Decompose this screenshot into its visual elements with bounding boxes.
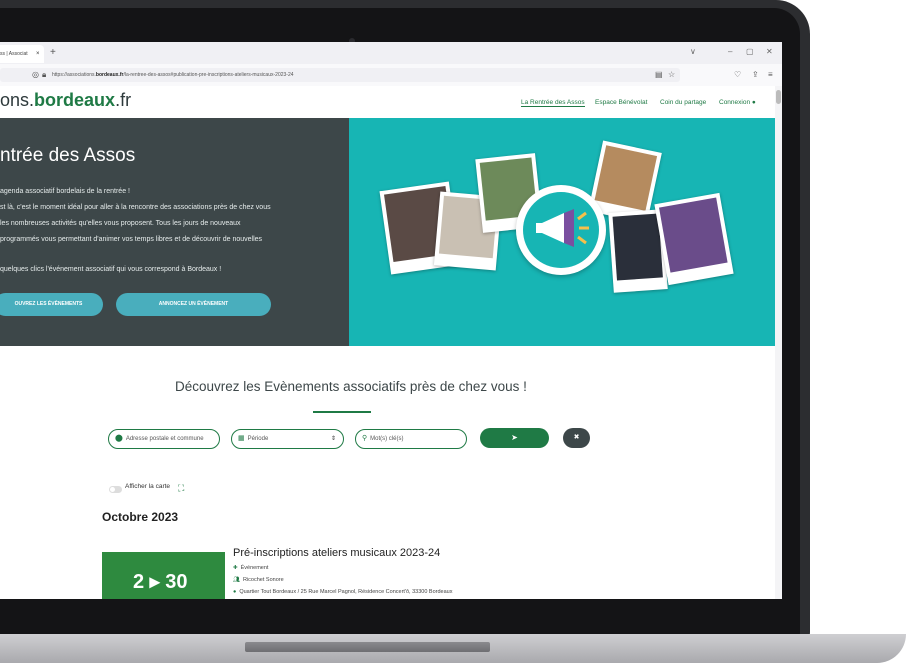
menu-icon[interactable]: ≡ [768,70,773,79]
shield-icon[interactable]: ◎ [32,70,39,79]
users-icon: 👥︎ [233,577,240,583]
close-window-button[interactable]: ✕ [766,47,773,56]
megaphone-badge [516,185,606,275]
show-map-toggle[interactable] [109,486,122,493]
nav-espace-benevolat[interactable]: Espace Bénévolat [595,99,647,106]
browser-screen: ss | Associat × + ∨ – ▢ ✕ ◎ 🔒︎ https://a… [0,42,782,599]
tab-bar: ss | Associat × + ∨ – ▢ ✕ [0,42,782,64]
new-tab-button[interactable]: + [50,47,56,58]
location-icon: ● [233,589,237,595]
calendar-icon: ▦ [238,435,245,442]
hero-line: les nombreuses activités qu'elles vous p… [0,220,241,227]
month-heading: Octobre 2023 [102,510,179,524]
tab-title: ss | Associat [0,51,28,57]
send-icon: ➤ [511,433,518,442]
hero-title: ntrée des Assos [0,145,136,166]
title-underline [313,411,371,413]
tab-list-icon[interactable]: ∨ [690,47,696,56]
navigation-toolbar: ◎ 🔒︎ https://associations.bordeaux.fr/la… [0,64,782,87]
minimize-button[interactable]: – [728,47,732,56]
site-header: ons.bordeaux.fr La Rentrée des Assos Esp… [0,86,775,118]
event-type: ✚ Événement [233,565,269,571]
photo-polaroid [654,192,734,286]
hero-line: st là, c'est le moment idéal pour aller … [0,204,271,211]
close-icon: ✖ [573,434,580,441]
site-logo[interactable]: ons.bordeaux.fr [0,90,131,111]
map-marker-icon: ⬤ [115,435,123,442]
search-section-title: Découvrez les Evènements associatifs prè… [175,379,527,394]
pin-icon: ✚ [233,565,238,571]
discover-events-button[interactable]: OUVREZ LES ÉVÈNEMENTS [0,293,103,316]
keywords-input[interactable]: ⚲ Mot(s) clé(s) [355,429,467,449]
reader-mode-icon[interactable]: ▤ [655,70,663,79]
scrollbar-thumb[interactable] [776,90,781,104]
laptop-hinge [245,642,490,652]
browser-tab[interactable]: ss | Associat × [0,45,44,63]
period-select[interactable]: ▦ Période ⇕ [231,429,344,449]
nav-coin-du-partage[interactable]: Coin du partage [660,99,706,106]
search-submit-button[interactable]: ➤ [480,428,549,448]
extensions-icon[interactable]: ⇪ [752,70,759,79]
hero-illustration [349,118,775,346]
bookmark-star-icon[interactable]: ☆ [668,70,675,79]
pocket-icon[interactable]: ♡ [734,70,741,79]
tab-close-icon[interactable]: × [36,45,40,63]
event-title[interactable]: Pré-inscriptions ateliers musicaux 2023-… [233,547,440,559]
address-input[interactable]: ⬤ Adresse postale et commune [108,429,220,449]
search-icon: ⚲ [362,435,368,442]
page-scrollbar[interactable] [775,86,782,599]
map-icon: ⛶ [178,483,185,493]
nav-rentree-des-assos[interactable]: La Rentrée des Assos [521,99,585,107]
megaphone-icon [536,209,589,247]
nav-connexion[interactable]: Connexion ● [719,99,756,106]
user-icon: ● [751,99,756,106]
event-thumbnail[interactable]: 2 ▸ 30 [102,552,225,599]
lock-icon[interactable]: 🔒︎ [42,70,46,80]
show-map-label: Afficher la carte [125,483,171,490]
address-bar[interactable]: ◎ 🔒︎ https://associations.bordeaux.fr/la… [0,68,680,82]
hero-text-panel: ntrée des Assos agenda associatif bordel… [0,118,349,346]
event-location: ● Quartier Tout Bordeaux / 25 Rue Marcel … [233,589,453,595]
event-organizer[interactable]: 👥︎ Ricochet Sonore [233,577,284,583]
hero-line: agenda associatif bordelais de la rentré… [0,188,130,195]
select-arrows-icon: ⇕ [330,436,336,442]
maximize-button[interactable]: ▢ [746,47,754,56]
hero-line: quelques clics l'événement associatif qu… [0,266,222,273]
event-dates: 2 ▸ 30 [133,571,188,593]
announce-event-button[interactable]: ANNONCEZ UN ÉVÈNEMENT [116,293,271,316]
hero-line: programmés vous permettant d'animer vos … [0,236,263,243]
url-text: https://associations.bordeaux.fr/la-rent… [52,72,294,78]
reset-button[interactable]: ✖ [563,428,590,448]
